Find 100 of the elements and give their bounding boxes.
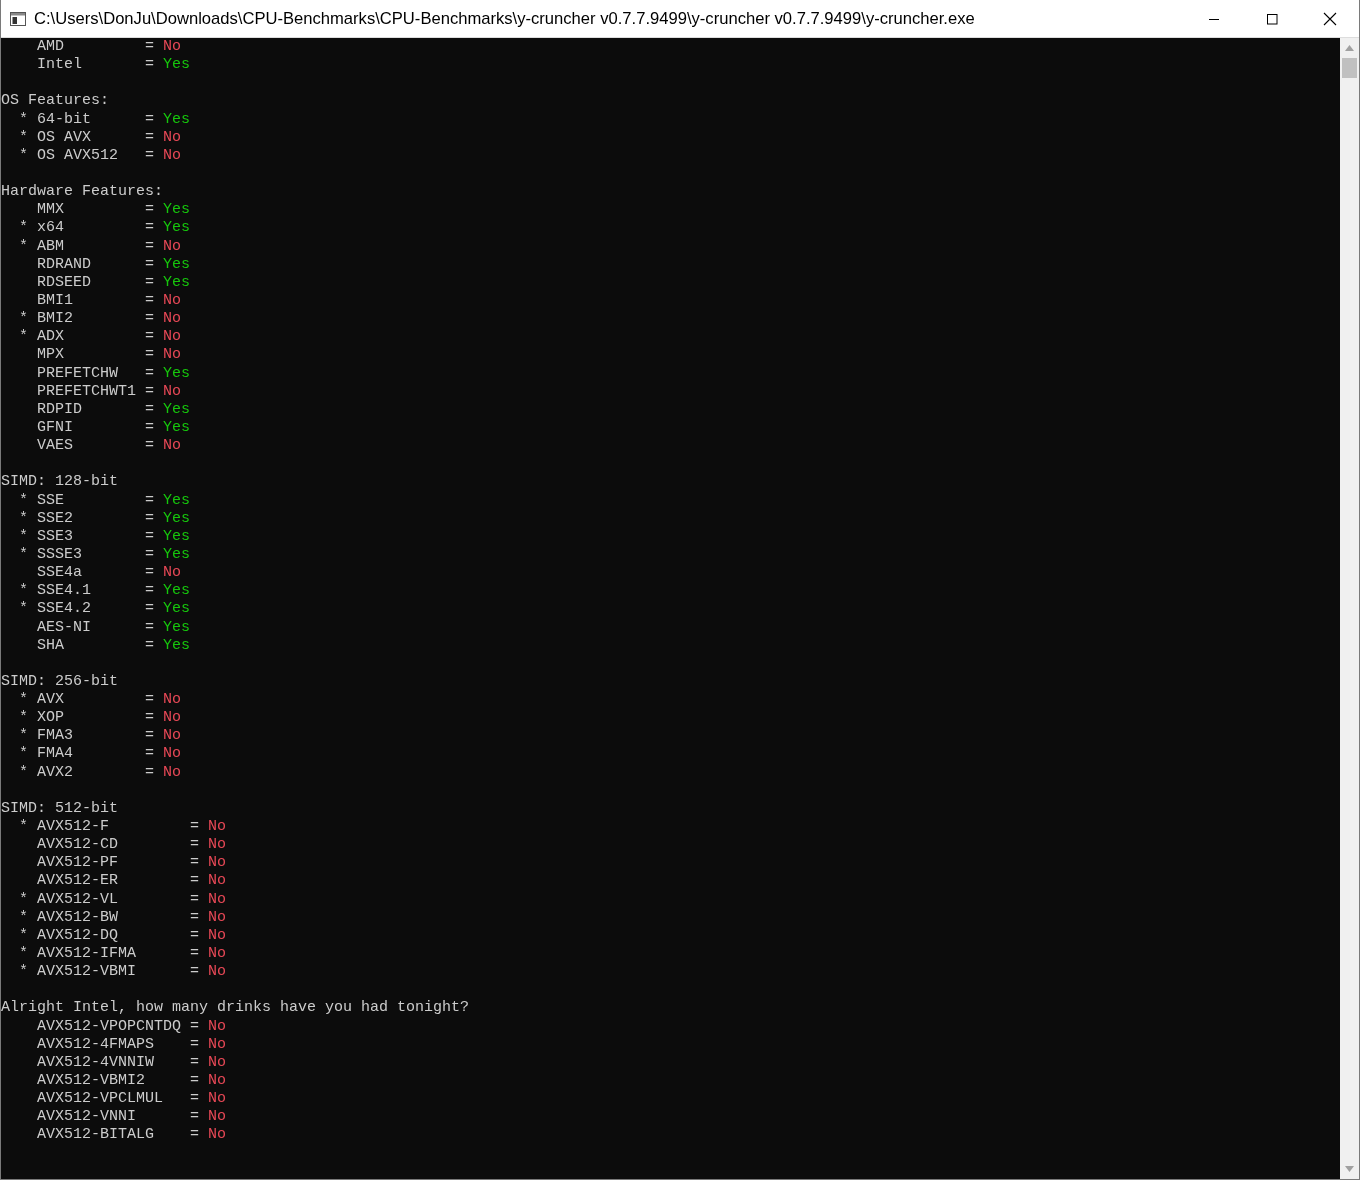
- asterisk-mark: *: [19, 527, 29, 546]
- feature-name: AVX512-4VNNIW: [37, 1053, 155, 1071]
- feature-status: No: [163, 745, 182, 764]
- section-heading: Hardware Features:: [1, 183, 164, 202]
- equals-sign: =: [145, 691, 156, 710]
- equals-sign: =: [145, 255, 156, 274]
- feature-status: No: [163, 146, 182, 165]
- scrollbar-thumb[interactable]: [1342, 58, 1357, 78]
- scroll-down-arrow-icon[interactable]: [1345, 1166, 1354, 1172]
- feature-status: Yes: [163, 527, 191, 546]
- asterisk-mark: *: [19, 219, 29, 238]
- feature-name: SSE4a: [37, 564, 82, 582]
- equals-sign: =: [145, 328, 156, 347]
- equals-sign: =: [145, 545, 156, 565]
- section-heading: OS Features:: [1, 92, 110, 111]
- equals-sign: =: [145, 128, 156, 147]
- feature-name: MPX: [37, 346, 64, 364]
- equals-sign: =: [145, 56, 156, 75]
- feature-status: No: [208, 945, 227, 964]
- feature-status: No: [208, 1035, 227, 1054]
- equals-sign: =: [145, 273, 156, 292]
- equals-sign: =: [145, 727, 156, 746]
- feature-name: OS AVX: [37, 128, 91, 146]
- feature-status: No: [163, 437, 182, 456]
- equals-sign: =: [145, 418, 156, 438]
- feature-status: Yes: [163, 636, 191, 655]
- feature-name: AVX512-PF: [37, 854, 118, 872]
- feature-name: PREFETCHWT1: [37, 382, 137, 400]
- feature-status: Yes: [163, 618, 191, 637]
- maximize-icon[interactable]: [1266, 12, 1278, 25]
- feature-name: SSE4.1: [37, 582, 91, 600]
- feature-status: Yes: [163, 364, 191, 383]
- asterisk-mark: *: [19, 491, 29, 510]
- feature-name: AVX512-F: [37, 818, 109, 836]
- feature-name: VAES: [37, 437, 73, 455]
- feature-status: Yes: [163, 110, 191, 129]
- feature-name: SSE4.2: [37, 600, 91, 618]
- feature-name: AVX512-VPCLMUL: [37, 1090, 164, 1108]
- asterisk-mark: *: [19, 600, 29, 619]
- feature-status: Yes: [163, 582, 191, 601]
- feature-name: x64: [37, 219, 64, 237]
- asterisk-mark: *: [19, 763, 29, 782]
- feature-name: AVX512-4FMAPS: [37, 1035, 155, 1053]
- asterisk-mark: *: [19, 890, 29, 909]
- equals-sign: =: [145, 400, 156, 419]
- asterisk-mark: *: [19, 908, 29, 927]
- feature-status: No: [163, 128, 182, 147]
- feature-name: AVX512-DQ: [37, 926, 118, 944]
- equals-sign: =: [145, 745, 156, 764]
- feature-name: AVX: [37, 691, 64, 709]
- equals-sign: =: [145, 146, 156, 165]
- feature-name: BMI1: [37, 291, 73, 309]
- feature-status: Yes: [163, 600, 191, 619]
- feature-status: No: [163, 709, 182, 728]
- section-heading: SIMD: 128-bit: [1, 473, 119, 492]
- close-icon[interactable]: [1323, 11, 1337, 26]
- equals-sign: =: [145, 382, 156, 401]
- feature-status: No: [208, 1053, 227, 1072]
- scroll-up-arrow-icon[interactable]: [1345, 45, 1354, 51]
- equals-sign: =: [190, 854, 201, 873]
- feature-name: AMD: [37, 38, 64, 55]
- scrollbar[interactable]: [1340, 38, 1359, 1179]
- feature-name: SHA: [37, 636, 64, 654]
- feature-status: No: [208, 963, 227, 982]
- equals-sign: =: [190, 963, 201, 982]
- feature-name: RDRAND: [37, 255, 91, 273]
- equals-sign: =: [190, 1072, 201, 1091]
- window-title: C:\Users\DonJu\Downloads\CPU-Benchmarks\CPU-Benchmarks\y-cruncher v0.7.7.9499\y-cruncher v0.7.7.9499\y-cruncher.exe: [34, 8, 976, 29]
- feature-status: Yes: [163, 545, 191, 565]
- feature-name: AVX512-VL: [37, 890, 118, 908]
- feature-name: FMA3: [37, 727, 73, 745]
- feature-name: AVX512-VBMI2: [37, 1072, 146, 1089]
- feature-status: No: [163, 38, 182, 57]
- equals-sign: =: [145, 564, 156, 583]
- feature-status: No: [163, 237, 182, 256]
- asterisk-mark: *: [19, 709, 29, 728]
- feature-name: AVX2: [37, 763, 73, 781]
- asterisk-mark: *: [19, 691, 29, 710]
- feature-name: Intel: [37, 56, 82, 74]
- equals-sign: =: [190, 1108, 201, 1127]
- section-heading: SIMD: 512-bit: [1, 799, 119, 819]
- equals-sign: =: [190, 890, 201, 909]
- equals-sign: =: [190, 872, 201, 891]
- feature-status: No: [208, 908, 227, 927]
- feature-status: No: [163, 564, 182, 583]
- feature-status: No: [163, 346, 182, 365]
- feature-status: No: [208, 872, 227, 891]
- asterisk-mark: *: [19, 509, 29, 528]
- asterisk-mark: *: [19, 818, 29, 837]
- equals-sign: =: [190, 1053, 201, 1072]
- feature-status: No: [208, 890, 227, 909]
- asterisk-mark: *: [19, 310, 29, 329]
- feature-name: SSE: [37, 491, 64, 509]
- feature-status: Yes: [163, 418, 191, 438]
- equals-sign: =: [190, 945, 201, 964]
- feature-status: No: [208, 1126, 227, 1145]
- asterisk-mark: *: [19, 146, 29, 165]
- feature-status: Yes: [163, 219, 191, 238]
- equals-sign: =: [145, 636, 156, 655]
- feature-name: AVX512-VNNI: [37, 1108, 137, 1126]
